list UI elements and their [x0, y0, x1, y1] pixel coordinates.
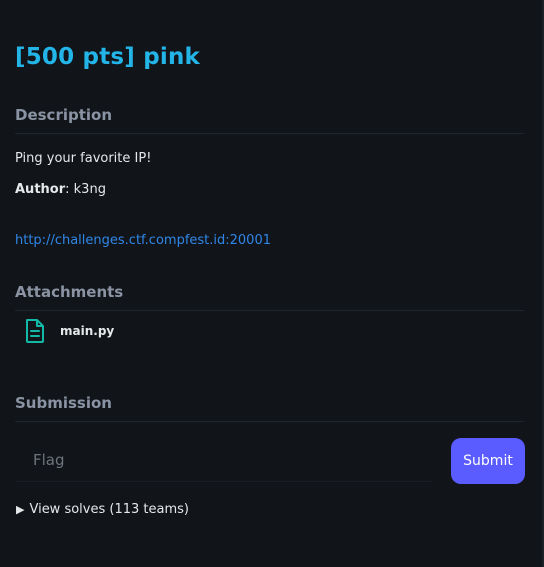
- description-text: Ping your favorite IP!: [15, 151, 152, 166]
- challenge-title: [500 pts] pink: [15, 44, 201, 70]
- description-heading: Description: [15, 106, 524, 134]
- view-solves-toggle[interactable]: ▶ View solves (113 teams): [16, 502, 189, 517]
- attachment-item[interactable]: main.py: [24, 318, 114, 344]
- challenge-panel: [500 pts] pink Description Ping your fav…: [0, 0, 544, 567]
- attachment-name[interactable]: main.py: [60, 324, 114, 338]
- submit-button[interactable]: Submit: [451, 438, 525, 484]
- author-value: : k3ng: [65, 182, 106, 197]
- author-label: Author: [15, 182, 66, 197]
- submission-heading: Submission: [15, 394, 524, 422]
- triangle-right-icon: ▶: [16, 503, 25, 516]
- attachments-heading: Attachments: [15, 283, 524, 311]
- file-icon: [24, 318, 46, 344]
- author-line: Author: k3ng: [15, 182, 106, 197]
- flag-input[interactable]: [15, 438, 433, 482]
- view-solves-label: View solves (113 teams): [29, 502, 189, 517]
- challenge-link[interactable]: http://challenges.ctf.compfest.id:20001: [15, 233, 271, 248]
